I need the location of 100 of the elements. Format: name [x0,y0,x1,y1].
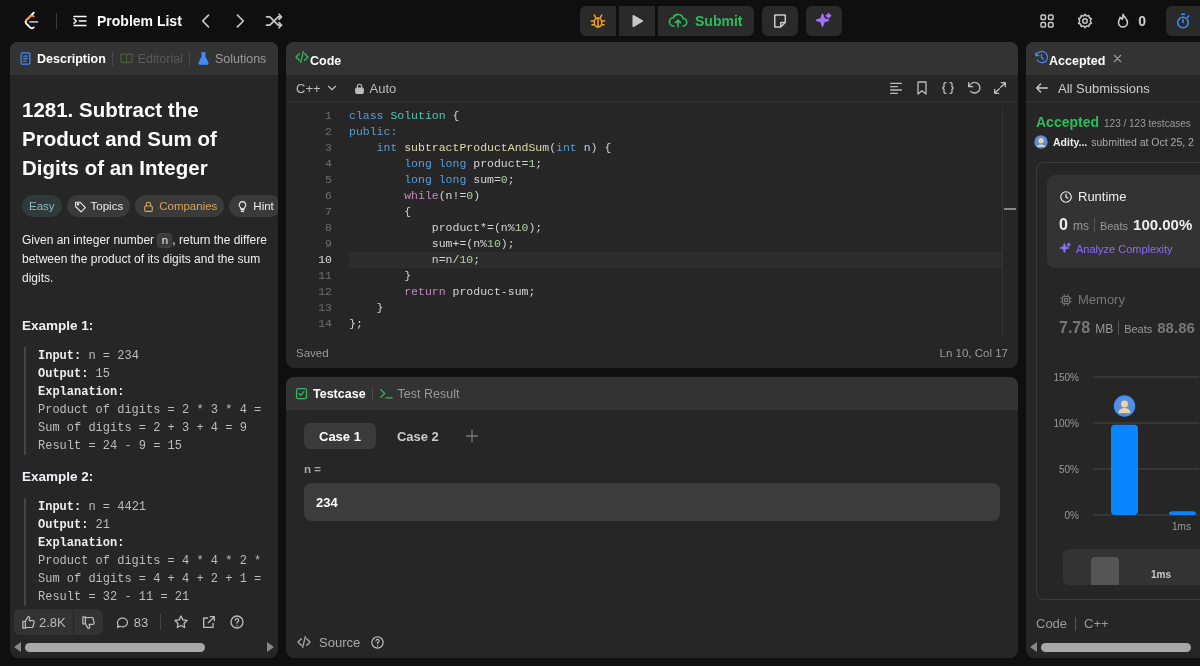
problem-title: 1281. Subtract the Product and Sum of Digits of an Integer [22,97,218,181]
format-icon[interactable] [888,80,904,96]
range-selector[interactable]: 1ms [1063,549,1200,585]
back-arrow-icon [1034,80,1050,96]
comment-icon [114,614,130,630]
mode-button[interactable]: Auto [352,80,397,96]
code-line: product*=(n%10); [430,220,544,236]
line-number: 7 [324,204,332,220]
problem-list-button[interactable]: Problem List [71,12,182,30]
ai-button[interactable] [806,6,843,36]
settings-icon[interactable] [1076,12,1095,30]
verdict-label: Accepted [1036,114,1100,130]
panel-tab[interactable]: Solutions [195,51,267,66]
run-button[interactable] [618,6,655,36]
submission-time: submitted at Oct 25, 2 [1091,136,1194,148]
example-line: Sum of digits = 4 + 4 + 2 + 1 = [38,571,262,588]
case-tab[interactable]: Case 1 [304,423,376,449]
debug-button[interactable] [580,6,616,36]
code-line: public: [349,124,399,140]
panel-tab[interactable]: Description [18,51,106,66]
line-number: 9 [324,236,332,252]
testcase-count: 123 / 123 testcases [1104,118,1191,129]
streak-button[interactable]: 0 [1114,12,1146,30]
panel-tab[interactable]: Test Result [378,386,460,401]
braces-icon[interactable] [940,80,956,96]
language-select[interactable]: C++ [296,80,339,96]
like-button[interactable]: 2.8K [14,609,73,635]
sparkle-icon [1059,242,1072,255]
code-line: { [403,204,413,220]
panel-tab[interactable]: Code [294,49,342,68]
line-number: 6 [324,188,332,204]
timer-icon [1174,12,1192,30]
shuffle-icon[interactable] [263,11,284,31]
line-number: 4 [324,156,332,172]
thumbs-up-icon [21,614,36,630]
axis-label: 150% [1053,372,1079,383]
line-number: 1 [324,108,332,124]
user-name[interactable]: Adity... [1053,136,1088,148]
share-icon[interactable] [201,614,218,630]
back-link[interactable]: All Submissions [1034,80,1150,96]
bug-icon [589,12,607,30]
example-line: Input: n = 234 [38,348,139,365]
line-number: 13 [317,300,332,316]
panel-tab[interactable]: Accepted [1034,49,1106,68]
beats-value: 88.86 [1157,319,1195,336]
metric-unit: ms [1072,219,1089,233]
input-field[interactable]: 234 [304,483,1000,521]
bookmark-icon[interactable] [914,80,930,96]
line-number: 5 [324,172,332,188]
example-heading: Example 1: [22,318,95,333]
sparkle-icon [815,12,834,30]
code-line: }; [349,316,364,332]
tag-icon [73,199,87,213]
code-line: } [375,300,385,316]
tag-button[interactable]: Topics [66,195,131,217]
add-icon[interactable] [463,428,480,444]
help-icon[interactable] [229,614,246,630]
chart-bar[interactable] [1169,511,1196,515]
axis-label: 50% [1059,464,1079,475]
code-line: while(n!=0) [403,188,482,204]
grid-icon[interactable] [1038,12,1057,30]
metric-card[interactable]: Memory 7.78 MB Beats 88.86 [1047,278,1200,347]
comments-button[interactable]: 83 [114,614,149,630]
example-line: Output: 21 [38,517,111,534]
undo-icon[interactable] [966,80,982,96]
line-number: 2 [324,124,332,140]
expand-icon[interactable] [992,80,1008,96]
example-line: Input: n = 4421 [38,499,147,516]
timer-button[interactable] [1166,6,1200,36]
avatar-icon [1113,395,1136,417]
metric-label: Runtime [1078,189,1127,204]
difficulty-badge[interactable]: Easy [22,195,62,217]
lock-icon [142,199,156,213]
code-line: long long sum=0; [403,172,516,188]
submit-button[interactable]: Submit [657,6,755,36]
code-line: return product-sum; [403,284,537,300]
line-number: 10 [317,252,332,268]
help-icon[interactable] [370,634,386,650]
case-tab[interactable]: Case 2 [381,423,454,449]
history-icon [1034,49,1049,65]
tag-button[interactable]: Hint [229,195,278,217]
tag-button[interactable]: Companies [135,195,225,217]
example-line: Product of digits = 4 * 4 * 2 * [38,553,262,570]
metric-card[interactable]: Runtime 0 ms Beats 100.00% Analyze Complexity [1047,175,1200,268]
note-button[interactable] [762,6,799,36]
metric-value: 7.78 [1059,319,1091,337]
example-line: Explanation: [38,384,125,401]
code-line: class Solution { [349,108,461,124]
code-editor[interactable]: class Solution { public: int subtractProductAndSum(int n) { long long product=1; long long sum=0; while(n!=0) { product*=(n%10); sum+=(n%10); n=n/10; } return product-sum; } }; [332,108,1002,338]
code-line: sum+=(n%10); [430,236,516,252]
save-status: Saved [296,347,329,359]
source-button[interactable]: Source [296,634,361,650]
panel-tab[interactable]: Testcase [294,386,366,401]
star-icon[interactable] [173,614,190,630]
avatar-icon [1033,134,1049,150]
range-label: 1ms [1151,569,1171,580]
beats-label: Beats [1124,323,1153,335]
example-heading: Example 2: [22,469,95,484]
range-handle[interactable] [1091,557,1119,585]
line-number: 12 [317,284,332,300]
